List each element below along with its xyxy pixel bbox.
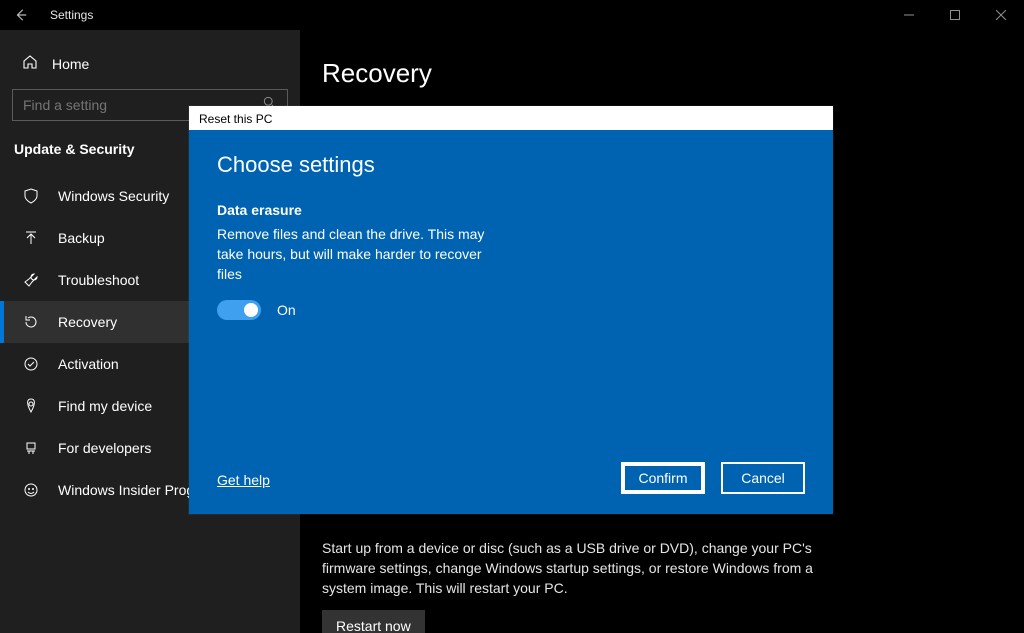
- restart-now-button[interactable]: Restart now: [322, 610, 425, 633]
- dialog-body: Choose settings Data erasure Remove file…: [189, 130, 833, 514]
- window-title: Settings: [50, 8, 93, 22]
- sidebar-item-label: Activation: [58, 356, 119, 372]
- dialog-actions: Confirm Cancel: [621, 462, 805, 494]
- dialog-subheading: Data erasure: [217, 202, 805, 218]
- titlebar: Settings: [0, 0, 1024, 30]
- maximize-button[interactable]: [932, 0, 978, 30]
- titlebar-left: Settings: [14, 8, 93, 22]
- dialog-description: Remove files and clean the drive. This m…: [217, 224, 507, 284]
- data-erasure-toggle[interactable]: [217, 300, 261, 320]
- advanced-startup-section: Start up from a device or disc (such as …: [322, 538, 984, 633]
- reset-pc-dialog: Reset this PC Choose settings Data erasu…: [189, 106, 833, 514]
- developer-icon: [22, 439, 40, 457]
- sidebar-item-label: Windows Security: [58, 188, 169, 204]
- advanced-startup-body: Start up from a device or disc (such as …: [322, 538, 842, 598]
- close-button[interactable]: [978, 0, 1024, 30]
- toggle-state-label: On: [277, 302, 296, 318]
- sidebar-item-label: Troubleshoot: [58, 272, 139, 288]
- sidebar-home-label: Home: [52, 56, 89, 72]
- backup-icon: [22, 229, 40, 247]
- data-erasure-toggle-row: On: [217, 300, 805, 320]
- location-icon: [22, 397, 40, 415]
- window-controls: [886, 0, 1024, 30]
- sidebar-home[interactable]: Home: [0, 44, 300, 83]
- sidebar-item-label: Find my device: [58, 398, 152, 414]
- sidebar-item-label: Recovery: [58, 314, 117, 330]
- dialog-titlebar: Reset this PC: [189, 106, 833, 130]
- settings-window: Settings Home Update & Security Windows …: [0, 0, 1024, 633]
- shield-icon: [22, 187, 40, 205]
- home-icon: [22, 54, 38, 73]
- back-icon[interactable]: [14, 8, 28, 22]
- get-help-link[interactable]: Get help: [217, 472, 270, 488]
- cancel-button[interactable]: Cancel: [721, 462, 805, 494]
- minimize-button[interactable]: [886, 0, 932, 30]
- dialog-heading: Choose settings: [217, 152, 805, 178]
- page-title: Recovery: [322, 58, 1024, 89]
- confirm-button[interactable]: Confirm: [621, 462, 705, 494]
- check-icon: [22, 355, 40, 373]
- wrench-icon: [22, 271, 40, 289]
- sidebar-item-label: For developers: [58, 440, 151, 456]
- insider-icon: [22, 481, 40, 499]
- recovery-icon: [22, 313, 40, 331]
- sidebar-item-label: Backup: [58, 230, 105, 246]
